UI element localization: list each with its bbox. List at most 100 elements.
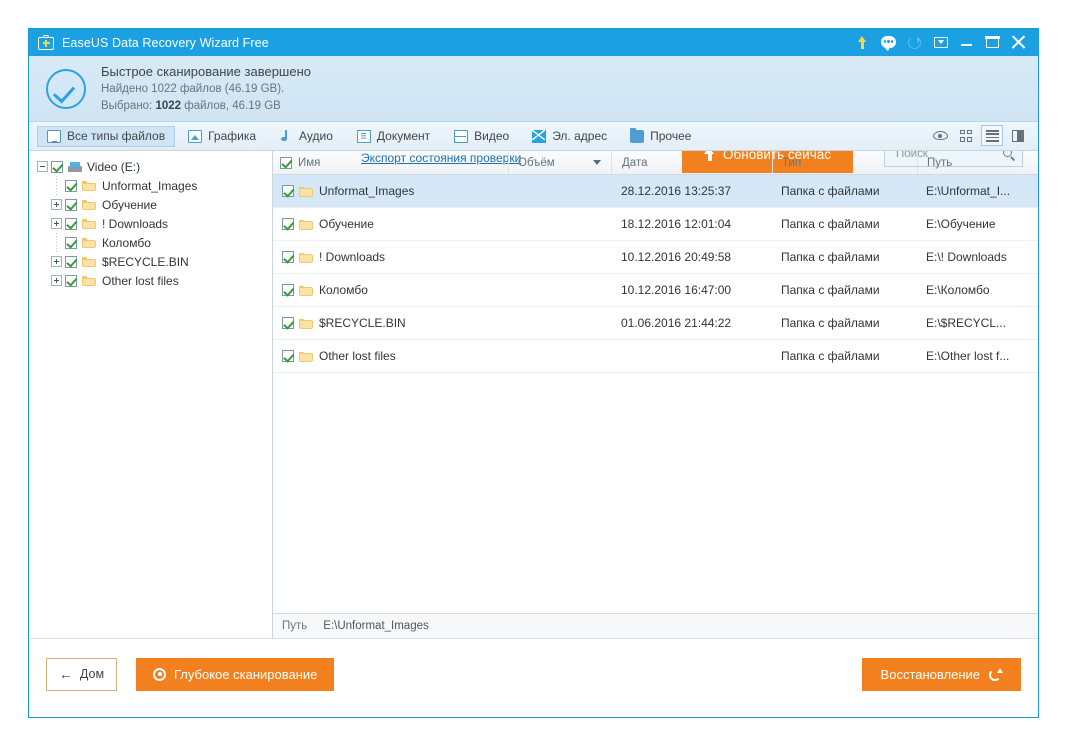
row-name: $RECYCLE.BIN: [319, 316, 406, 330]
row-name-cell: Unformat_Images: [273, 175, 508, 207]
row-checkbox[interactable]: [282, 284, 294, 296]
column-header-size[interactable]: Объём: [508, 151, 611, 174]
tree-node-kolombo[interactable]: Коломбо: [29, 233, 272, 252]
tab-graphics[interactable]: Графика: [178, 126, 266, 147]
row-checkbox[interactable]: [282, 317, 294, 329]
tree-checkbox[interactable]: [65, 218, 77, 230]
image-icon: [188, 130, 202, 143]
details-pane-icon[interactable]: [1007, 125, 1029, 146]
row-name-cell: Коломбо: [273, 274, 508, 306]
column-label: Путь: [927, 157, 952, 169]
list-view-icon[interactable]: [981, 125, 1003, 146]
table-row[interactable]: ! Downloads 10.12.2016 20:49:58 Папка с …: [273, 241, 1038, 274]
tree-checkbox[interactable]: [65, 199, 77, 211]
tree-node-unformat-images[interactable]: Unformat_Images: [29, 176, 272, 195]
table-row[interactable]: Обучение 18.12.2016 12:01:04 Папка с фай…: [273, 208, 1038, 241]
column-header-name[interactable]: Имя: [273, 151, 508, 174]
tab-email[interactable]: Эл. адрес: [522, 126, 617, 147]
table-row[interactable]: Other lost files Папка с файлами E:\Othe…: [273, 340, 1038, 373]
home-button[interactable]: ← Дом: [46, 658, 117, 691]
tree-checkbox[interactable]: [65, 275, 77, 287]
tab-other[interactable]: Прочее: [620, 126, 701, 147]
selected-files-line: Выбрано: 1022 файлов, 46.19 GB: [101, 101, 311, 113]
music-note-icon: [279, 130, 293, 143]
tab-all-file-types[interactable]: Все типы файлов: [37, 126, 175, 147]
expand-expander-icon[interactable]: [51, 275, 62, 286]
feedback-chat-icon[interactable]: [881, 35, 896, 50]
folder-icon: [82, 180, 96, 191]
table-row[interactable]: Unformat_Images 28.12.2016 13:25:37 Папк…: [273, 175, 1038, 208]
row-type-cell: Папка с файлами: [772, 241, 917, 273]
maximize-icon[interactable]: [985, 35, 1000, 50]
footer-toolbar: ← Дом Глубокое сканирование Восстановлен…: [29, 638, 1038, 709]
tree-checkbox[interactable]: [65, 180, 77, 192]
row-size-cell: [508, 340, 611, 372]
row-name-cell: ! Downloads: [273, 241, 508, 273]
row-checkbox[interactable]: [282, 350, 294, 362]
row-date-cell: 01.06.2016 21:44:22: [611, 307, 772, 339]
row-checkbox[interactable]: [282, 218, 294, 230]
tab-video[interactable]: Видео: [443, 126, 519, 147]
close-icon[interactable]: [1011, 35, 1026, 50]
folder-icon: [82, 256, 96, 267]
tree-checkbox[interactable]: [65, 256, 77, 268]
row-size-cell: [508, 274, 611, 306]
expand-expander-icon[interactable]: [51, 256, 62, 267]
select-all-checkbox[interactable]: [280, 157, 292, 169]
video-icon: [454, 130, 468, 143]
row-name: Unformat_Images: [319, 184, 414, 198]
path-value: E:\Unformat_Images: [323, 620, 428, 632]
drive-icon: [68, 161, 82, 172]
folder-icon: [82, 199, 96, 210]
deep-scan-button[interactable]: Глубокое сканирование: [136, 658, 334, 691]
tree-node-label: $RECYCLE.BIN: [102, 255, 189, 269]
folder-icon: [82, 275, 96, 286]
file-list-header: Имя Объём Дата Тип Путь: [273, 151, 1038, 175]
row-checkbox[interactable]: [282, 185, 294, 197]
row-type-cell: Папка с файлами: [772, 208, 917, 240]
tree-node-label: Video (E:): [87, 160, 140, 174]
tab-label: Графика: [208, 129, 256, 143]
thumbnail-grid-icon[interactable]: [955, 125, 977, 146]
collapse-expander-icon[interactable]: [37, 161, 48, 172]
table-row[interactable]: $RECYCLE.BIN 01.06.2016 21:44:22 Папка с…: [273, 307, 1038, 340]
rotate-arrow-icon: [989, 668, 1002, 681]
tree-node-recycle-bin[interactable]: $RECYCLE.BIN: [29, 252, 272, 271]
tree-guide-line: [51, 176, 62, 195]
column-header-path[interactable]: Путь: [917, 151, 1038, 174]
tree-node-obuchenie[interactable]: Обучение: [29, 195, 272, 214]
window-controls: [855, 35, 1030, 50]
column-header-type[interactable]: Тип: [772, 151, 917, 174]
row-type-cell: Папка с файлами: [772, 274, 917, 306]
tree-node-label: Коломбо: [102, 236, 151, 250]
tree-node-root[interactable]: Video (E:): [29, 157, 272, 176]
tab-audio[interactable]: Аудио: [269, 126, 343, 147]
file-list-panel: Имя Объём Дата Тип Путь Unformat_Images …: [273, 151, 1038, 638]
refresh-icon[interactable]: [907, 35, 922, 50]
tree-checkbox[interactable]: [51, 161, 63, 173]
table-row[interactable]: Коломбо 10.12.2016 16:47:00 Папка с файл…: [273, 274, 1038, 307]
row-path-cell: E:\! Downloads: [917, 241, 1038, 273]
upgrade-arrow-icon[interactable]: [855, 35, 870, 50]
minimize-icon[interactable]: [959, 35, 974, 50]
document-icon: [357, 130, 371, 143]
preview-eye-icon[interactable]: [929, 125, 951, 146]
check-circle-icon: [46, 69, 86, 109]
folder-icon: [299, 186, 313, 197]
selected-suffix: файлов, 46.19 GB: [181, 100, 281, 112]
expand-expander-icon[interactable]: [51, 199, 62, 210]
tree-checkbox[interactable]: [65, 237, 77, 249]
minimize-to-tray-icon[interactable]: [933, 35, 948, 50]
row-size-cell: [508, 175, 611, 207]
tree-node-other-lost-files[interactable]: Other lost files: [29, 271, 272, 290]
tree-node-downloads[interactable]: ! Downloads: [29, 214, 272, 233]
column-header-date[interactable]: Дата: [611, 151, 772, 174]
row-name: Other lost files: [319, 349, 396, 363]
tab-document[interactable]: Документ: [346, 126, 440, 147]
row-name: ! Downloads: [319, 250, 385, 264]
view-mode-toolbar: [929, 125, 1029, 146]
expand-expander-icon[interactable]: [51, 218, 62, 229]
row-checkbox[interactable]: [282, 251, 294, 263]
window-title: EaseUS Data Recovery Wizard Free: [62, 36, 269, 50]
recover-button[interactable]: Восстановление: [862, 658, 1021, 691]
